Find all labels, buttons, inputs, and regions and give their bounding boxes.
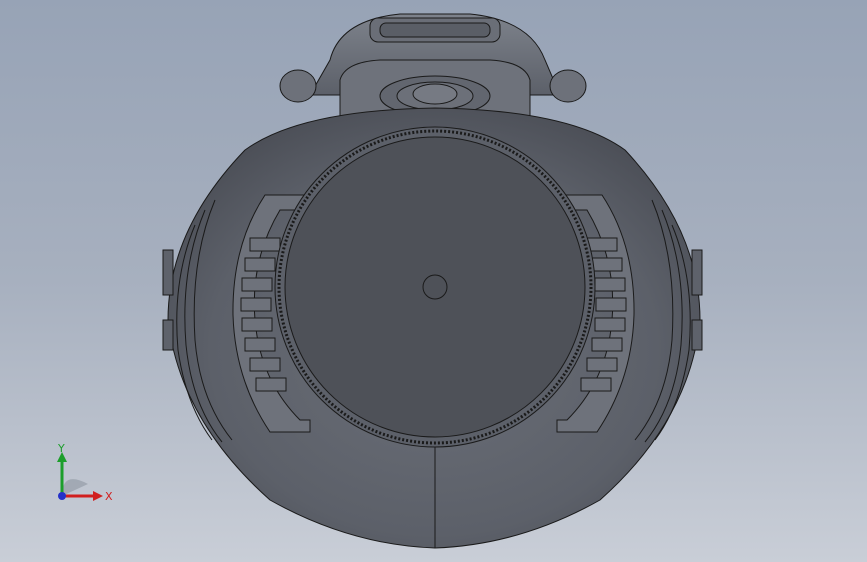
cad-graphics-viewport[interactable]: Y X: [0, 0, 867, 562]
y-axis-label: Y: [57, 442, 65, 455]
gear-ring: [274, 126, 596, 448]
coordinate-triad: Y X: [40, 440, 120, 510]
x-axis-label: X: [105, 490, 113, 503]
z-axis-dot: [58, 492, 66, 500]
3d-model-view[interactable]: [0, 0, 867, 562]
